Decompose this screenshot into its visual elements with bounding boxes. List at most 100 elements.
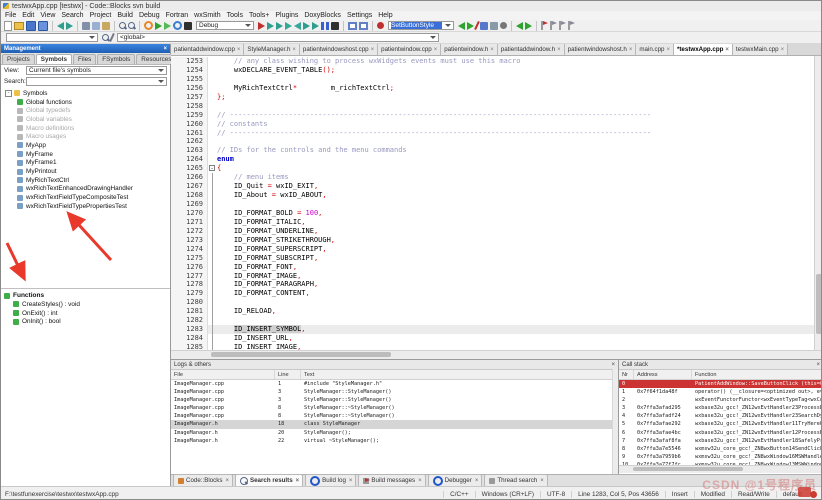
editor-line-1260[interactable]: 1260 // constants [171,119,815,129]
undo-icon[interactable] [57,21,64,30]
editor-line-1269[interactable]: 1269 [171,200,815,209]
close-tab-icon[interactable]: × [225,478,229,484]
tree-item-macro-usages[interactable]: Macro usages [1,132,170,141]
abort-build-icon[interactable] [184,21,192,30]
run-to-cursor-icon[interactable] [267,21,274,30]
close-tab-icon[interactable]: × [725,47,729,53]
new-file-icon[interactable] [4,20,12,31]
menu-item-plugins[interactable]: Plugins [275,12,298,19]
close-tab-icon[interactable]: × [557,47,561,53]
close-tab-icon[interactable]: × [418,478,422,484]
bottom-tab-search-results[interactable]: Search results × [234,474,304,486]
browse-back-icon[interactable] [516,21,523,30]
log-row[interactable]: ImageManager.h 20 StyleManager(); [171,429,618,437]
call-stack-scrollbar[interactable] [619,465,821,473]
editor-line-1256[interactable]: 1256 MyRichTextCtrl* m_richTextCtrl; [171,83,815,93]
log-row[interactable]: ImageManager.cpp 8 StyleManager::~StyleMan… [171,404,618,412]
break-debugger-icon[interactable] [321,21,329,30]
tab-symbols[interactable]: Symbols [35,54,72,64]
browse-forward-icon[interactable] [525,21,532,30]
rebuild-icon[interactable] [173,21,182,30]
stack-frame-row[interactable]: 4 0x7ffa3afadf24 wxbase32u_gcc!_ZN12wxEvtH… [619,412,821,420]
menu-item-build[interactable]: Build [117,12,133,19]
scroll-thumb[interactable] [816,274,821,334]
close-logs-icon[interactable]: × [611,362,615,368]
menu-item-view[interactable]: View [40,12,55,19]
close-tab-icon[interactable]: × [629,47,633,53]
stop-debugger-icon[interactable] [331,21,339,30]
paste-icon[interactable] [102,21,110,30]
editor-line-1263[interactable]: 1263 // IDs for the controls and the menu… [171,146,815,156]
search-prev-icon[interactable] [458,21,465,30]
close-tab-icon[interactable]: × [781,47,785,53]
cut-icon[interactable] [82,21,90,30]
editor-line-1261[interactable]: 1261 // ---------------------------------… [171,128,815,138]
tab-files[interactable]: Files [73,54,97,64]
close-tab-icon[interactable]: × [540,478,544,484]
tree-item-myprintout[interactable]: MyPrintout [1,167,170,176]
search-next-icon[interactable] [467,21,474,30]
close-tab-icon[interactable]: × [666,47,670,53]
copy-icon[interactable] [92,21,100,30]
editor-line-1264[interactable]: 1264 enum [171,155,815,165]
editor-line-1267[interactable]: 1267 ID_Quit = wxID_EXIT, [171,182,815,192]
save-all-icon[interactable] [38,20,48,31]
debugging-windows-icon[interactable] [348,21,357,30]
editor-line-1273[interactable]: 1273 ID_FORMAT_STRIKETHROUGH, [171,235,815,245]
log-row[interactable]: ImageManager.cpp 8 StyleManager::~StyleMan… [171,412,618,420]
editor-line-1278[interactable]: 1278 ID_FORMAT_PARAGRAPH, [171,280,815,290]
editor-tab-patientwindowshost-h[interactable]: patientwindowshost.h × [564,44,637,55]
stack-frame-row[interactable]: 6 0x7ffa3afae4bc wxbase32u_gcc!_ZN12wxEvtH… [619,429,821,437]
close-tab-icon[interactable]: × [349,478,353,484]
stack-frame-row[interactable]: 1 0x7f64f1da48f operator() (__closure=<opt… [619,388,821,396]
toggle-bookmark-icon[interactable] [541,21,548,30]
fold-margin[interactable]: - [208,164,217,173]
stack-frame-row[interactable]: 3 0x7ffa3afad295 wxbase32u_gcc!_ZN12wxEvtH… [619,404,821,412]
menu-item-settings[interactable]: Settings [347,12,372,19]
build-icon[interactable] [144,21,153,30]
stack-frame-row[interactable]: 5 0x7ffa3afae292 wxbase32u_gcc!_ZN12wxEvtH… [619,420,821,428]
stack-frame-row[interactable]: 0 PatientAddWindow::SaveButtonClick (this… [619,380,821,389]
bottom-tab-thread-search[interactable]: Thread search × [484,474,548,486]
editor-line-1265[interactable]: 1265-{ [171,164,815,174]
tree-item-global-variables[interactable]: Global variables [1,115,170,124]
tree-root-symbols[interactable]: - Symbols [1,89,170,98]
bottom-tab-code-blocks[interactable]: Code::Blocks × [173,474,233,486]
fold-collapse-icon[interactable]: - [209,165,215,172]
stack-frame-row[interactable]: 7 0x7ffa3afaf8fa wxbase32u_gcc!_ZN12wxEvtH… [619,437,821,445]
editor-line-1257[interactable]: 1257}; [171,92,815,102]
editor-line-1279[interactable]: 1279 ID_FORMAT_CONTENT, [171,289,815,299]
close-tab-icon[interactable]: × [237,47,241,53]
editor-tab-testwxmain-cpp[interactable]: testwxMain.cpp × [732,44,789,55]
log-row[interactable]: ImageManager.cpp 3 StyleManager::StyleMana… [171,388,618,396]
editor-line-1283[interactable]: 1283 ID_INSERT_SYMBOL, [171,325,815,335]
debug-continue-icon[interactable] [258,21,265,30]
editor-line-1272[interactable]: 1272 ID_FORMAT_UNDERLINE, [171,226,815,236]
editor-line-1276[interactable]: 1276 ID_FORMAT_FONT, [171,262,815,272]
stack-frame-row[interactable]: 9 0x7ffa3a7959b6 wxmsw32u_core_gcc!_ZN8wxW… [619,453,821,461]
tree-item-myrichtextctrl[interactable]: MyRichTextCtrl [1,176,170,185]
run-icon[interactable] [155,21,162,30]
menu-item-tools[interactable]: Tools+ [249,12,269,19]
step-into-instruction-icon[interactable] [312,21,319,30]
incremental-search-combo[interactable]: SetButtonStyle [388,21,454,30]
clear-bookmarks-icon[interactable] [568,21,575,30]
collapse-icon[interactable]: - [5,89,12,97]
editor-line-1277[interactable]: 1277 ID_FORMAT_IMAGE, [171,271,815,281]
close-panel-icon[interactable]: × [163,46,167,52]
tree-item-global-functions[interactable]: Global functions [1,98,170,107]
editor-line-1255[interactable]: 1255 [171,74,815,84]
view-combo[interactable]: Current file's symbols [26,66,167,75]
tree-item-myapp[interactable]: MyApp [1,141,170,150]
tree-item-wxrichtextfieldtypepropertiestest[interactable]: wxRichTextFieldTypePropertiesTest [1,202,170,211]
editor-line-1280[interactable]: 1280 [171,298,815,308]
stop-icon[interactable] [377,22,384,29]
various-info-icon[interactable] [359,21,368,30]
prev-bookmark-icon[interactable] [550,21,557,30]
editor-tab-patientwindow-h[interactable]: patientwindow.h × [441,44,498,55]
function-item-onexit-int[interactable]: OnExit() : int [1,309,170,318]
editor-tab-stylemanager-h[interactable]: StyleManager.h × [244,44,300,55]
close-tab-icon[interactable]: × [434,47,438,53]
match-case-icon[interactable] [490,21,498,30]
stack-frame-row[interactable]: 2 wxEventFunctorFunctor<wxEventTypeTag<wx… [619,396,821,404]
